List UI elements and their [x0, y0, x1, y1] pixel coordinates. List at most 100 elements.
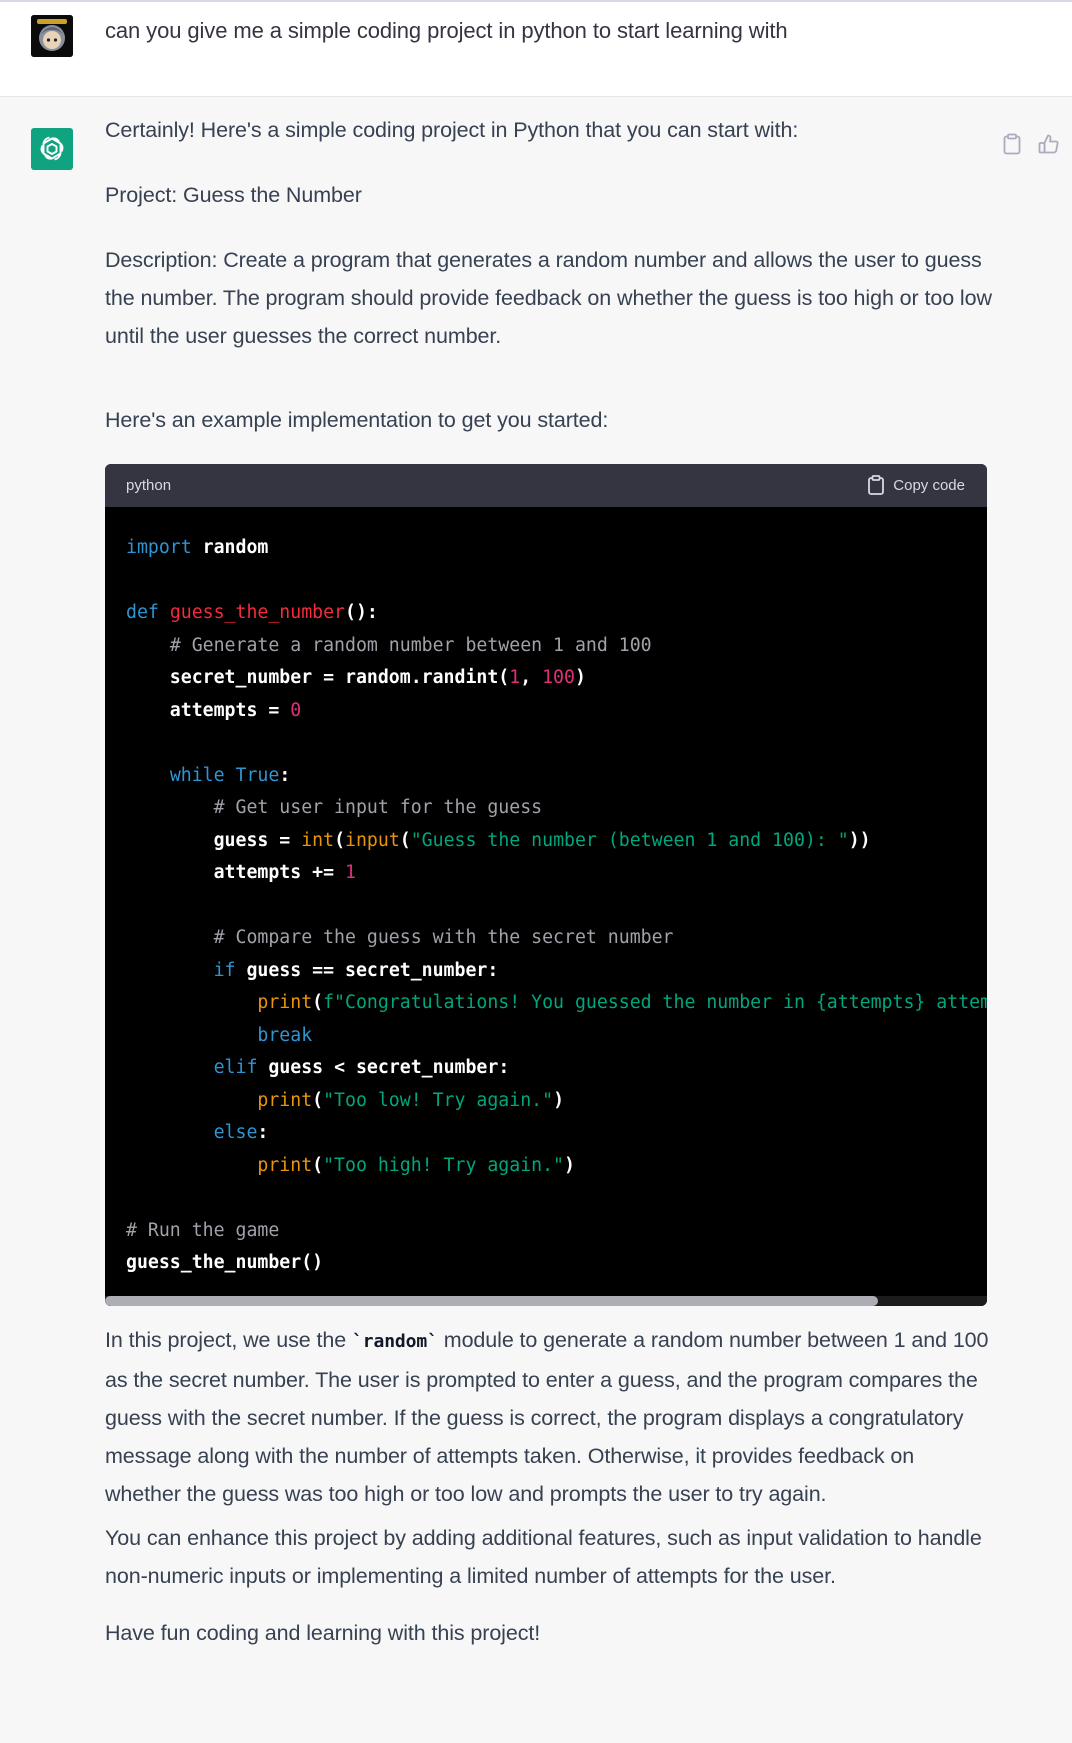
- clipboard-icon: [1003, 133, 1021, 155]
- code-token: ): [574, 667, 586, 688]
- code-token: ): [553, 1089, 565, 1111]
- explanation-after: module to generate a random number betwe…: [105, 1328, 989, 1506]
- code-token: (: [399, 829, 411, 851]
- code-line: while True:: [126, 760, 987, 793]
- code-line: # Compare the guess with the secret numb…: [126, 922, 987, 955]
- code-token: ,: [520, 667, 543, 688]
- horizontal-scrollbar-thumb[interactable]: [105, 1296, 878, 1306]
- code-line: attempts = 0: [126, 695, 987, 728]
- description-text: Description: Create a program that gener…: [105, 248, 992, 348]
- chat-page: can you give me a simple coding project …: [0, 0, 1072, 1743]
- user-message-row: can you give me a simple coding project …: [0, 2, 1072, 97]
- code-token: int: [301, 829, 335, 851]
- code-line: # Get user input for the guess: [126, 792, 987, 825]
- code-line: if guess == secret_number:: [126, 955, 987, 988]
- code-token: "Too low! Try again.": [323, 1089, 554, 1111]
- code-token: :: [279, 764, 291, 786]
- code-header: python Copy code: [105, 464, 987, 507]
- code-token: ():: [345, 602, 378, 623]
- code-token: # Run the game: [126, 1219, 280, 1241]
- code-token: import: [126, 537, 192, 558]
- code-line: # Generate a random number between 1 and…: [126, 630, 987, 663]
- code-line: print("Too low! Try again."): [126, 1085, 987, 1118]
- lead-in-text: Here's an example implementation to get …: [105, 408, 609, 432]
- code-token: guess == secret_number:: [235, 959, 499, 981]
- code-token: print: [257, 1089, 313, 1111]
- code-line: # Run the game: [126, 1215, 987, 1248]
- code-content: import random def guess_the_number(): # …: [126, 532, 987, 1280]
- intro-text: Certainly! Here's a simple coding projec…: [105, 118, 799, 142]
- thumbs-up-icon: [1038, 134, 1059, 154]
- code-token: (: [312, 1089, 324, 1111]
- copy-code-label: Copy code: [893, 476, 965, 494]
- code-token: print: [257, 992, 313, 1013]
- code-line: break: [126, 1020, 987, 1053]
- code-language-label: python: [126, 477, 172, 494]
- code-token: guess =: [126, 829, 302, 851]
- code-token: 100: [542, 667, 575, 688]
- code-token: 1: [345, 862, 356, 883]
- inline-code-random: `random`: [351, 1331, 438, 1352]
- code-token: while: [169, 764, 225, 786]
- message-actions: [1002, 133, 1060, 155]
- code-line: def guess_the_number():: [126, 597, 987, 630]
- copy-message-button[interactable]: [1002, 133, 1022, 155]
- code-token: if: [213, 959, 236, 981]
- avatar: [31, 15, 73, 57]
- code-token: True: [235, 764, 280, 786]
- code-token: # Get user input for the guess: [213, 797, 543, 818]
- code-line: attempts += 1: [126, 857, 987, 890]
- code-token: (: [312, 992, 324, 1013]
- code-token: def: [126, 602, 159, 623]
- code-line: print("Too high! Try again."): [126, 1150, 987, 1183]
- code-token: 0: [290, 699, 302, 721]
- assistant-message-row: Certainly! Here's a simple coding projec…: [0, 97, 1072, 1743]
- code-token: "Too high! Try again.": [323, 1154, 565, 1176]
- closing-text: Have fun coding and learning with this p…: [105, 1621, 541, 1645]
- code-token: f"Congratulations! You guessed the numbe…: [323, 992, 987, 1013]
- project-title: Project: Guess the Number: [105, 183, 362, 207]
- horizontal-scrollbar-track[interactable]: [105, 1296, 987, 1306]
- copy-code-button[interactable]: Copy code: [867, 475, 965, 495]
- code-token: attempts =: [126, 699, 291, 721]
- code-block: python Copy code import random def guess…: [105, 464, 987, 1306]
- code-token: guess_the_number: [169, 602, 346, 623]
- explanation-before: In this project, we use the: [105, 1328, 352, 1352]
- code-line: guess_the_number(): [126, 1247, 987, 1280]
- code-line: import random: [126, 532, 987, 565]
- code-line: elif guess < secret_number:: [126, 1052, 987, 1085]
- code-token: else: [213, 1122, 258, 1143]
- code-line: secret_number = random.randint(1, 100): [126, 662, 987, 695]
- explanation-text: In this project, we use the `random` mod…: [105, 1321, 995, 1513]
- code-token: break: [257, 1024, 313, 1046]
- code-token: # Generate a random number between 1 and…: [169, 634, 652, 656]
- code-token: guess_the_number(): [126, 1252, 324, 1273]
- code-token: "Guess the number (between 1 and 100): ": [410, 829, 849, 851]
- code-token: elif: [213, 1057, 258, 1078]
- code-token: )): [848, 829, 871, 851]
- code-token: (: [312, 1154, 324, 1176]
- code-token: attempts +=: [126, 862, 345, 883]
- user-message-text: can you give me a simple coding project …: [105, 18, 788, 43]
- thumbs-up-button[interactable]: [1038, 133, 1060, 155]
- code-line: else:: [126, 1117, 987, 1150]
- code-token: input: [345, 829, 400, 851]
- code-token: print: [257, 1154, 313, 1176]
- enhance-text: You can enhance this project by adding a…: [105, 1526, 982, 1588]
